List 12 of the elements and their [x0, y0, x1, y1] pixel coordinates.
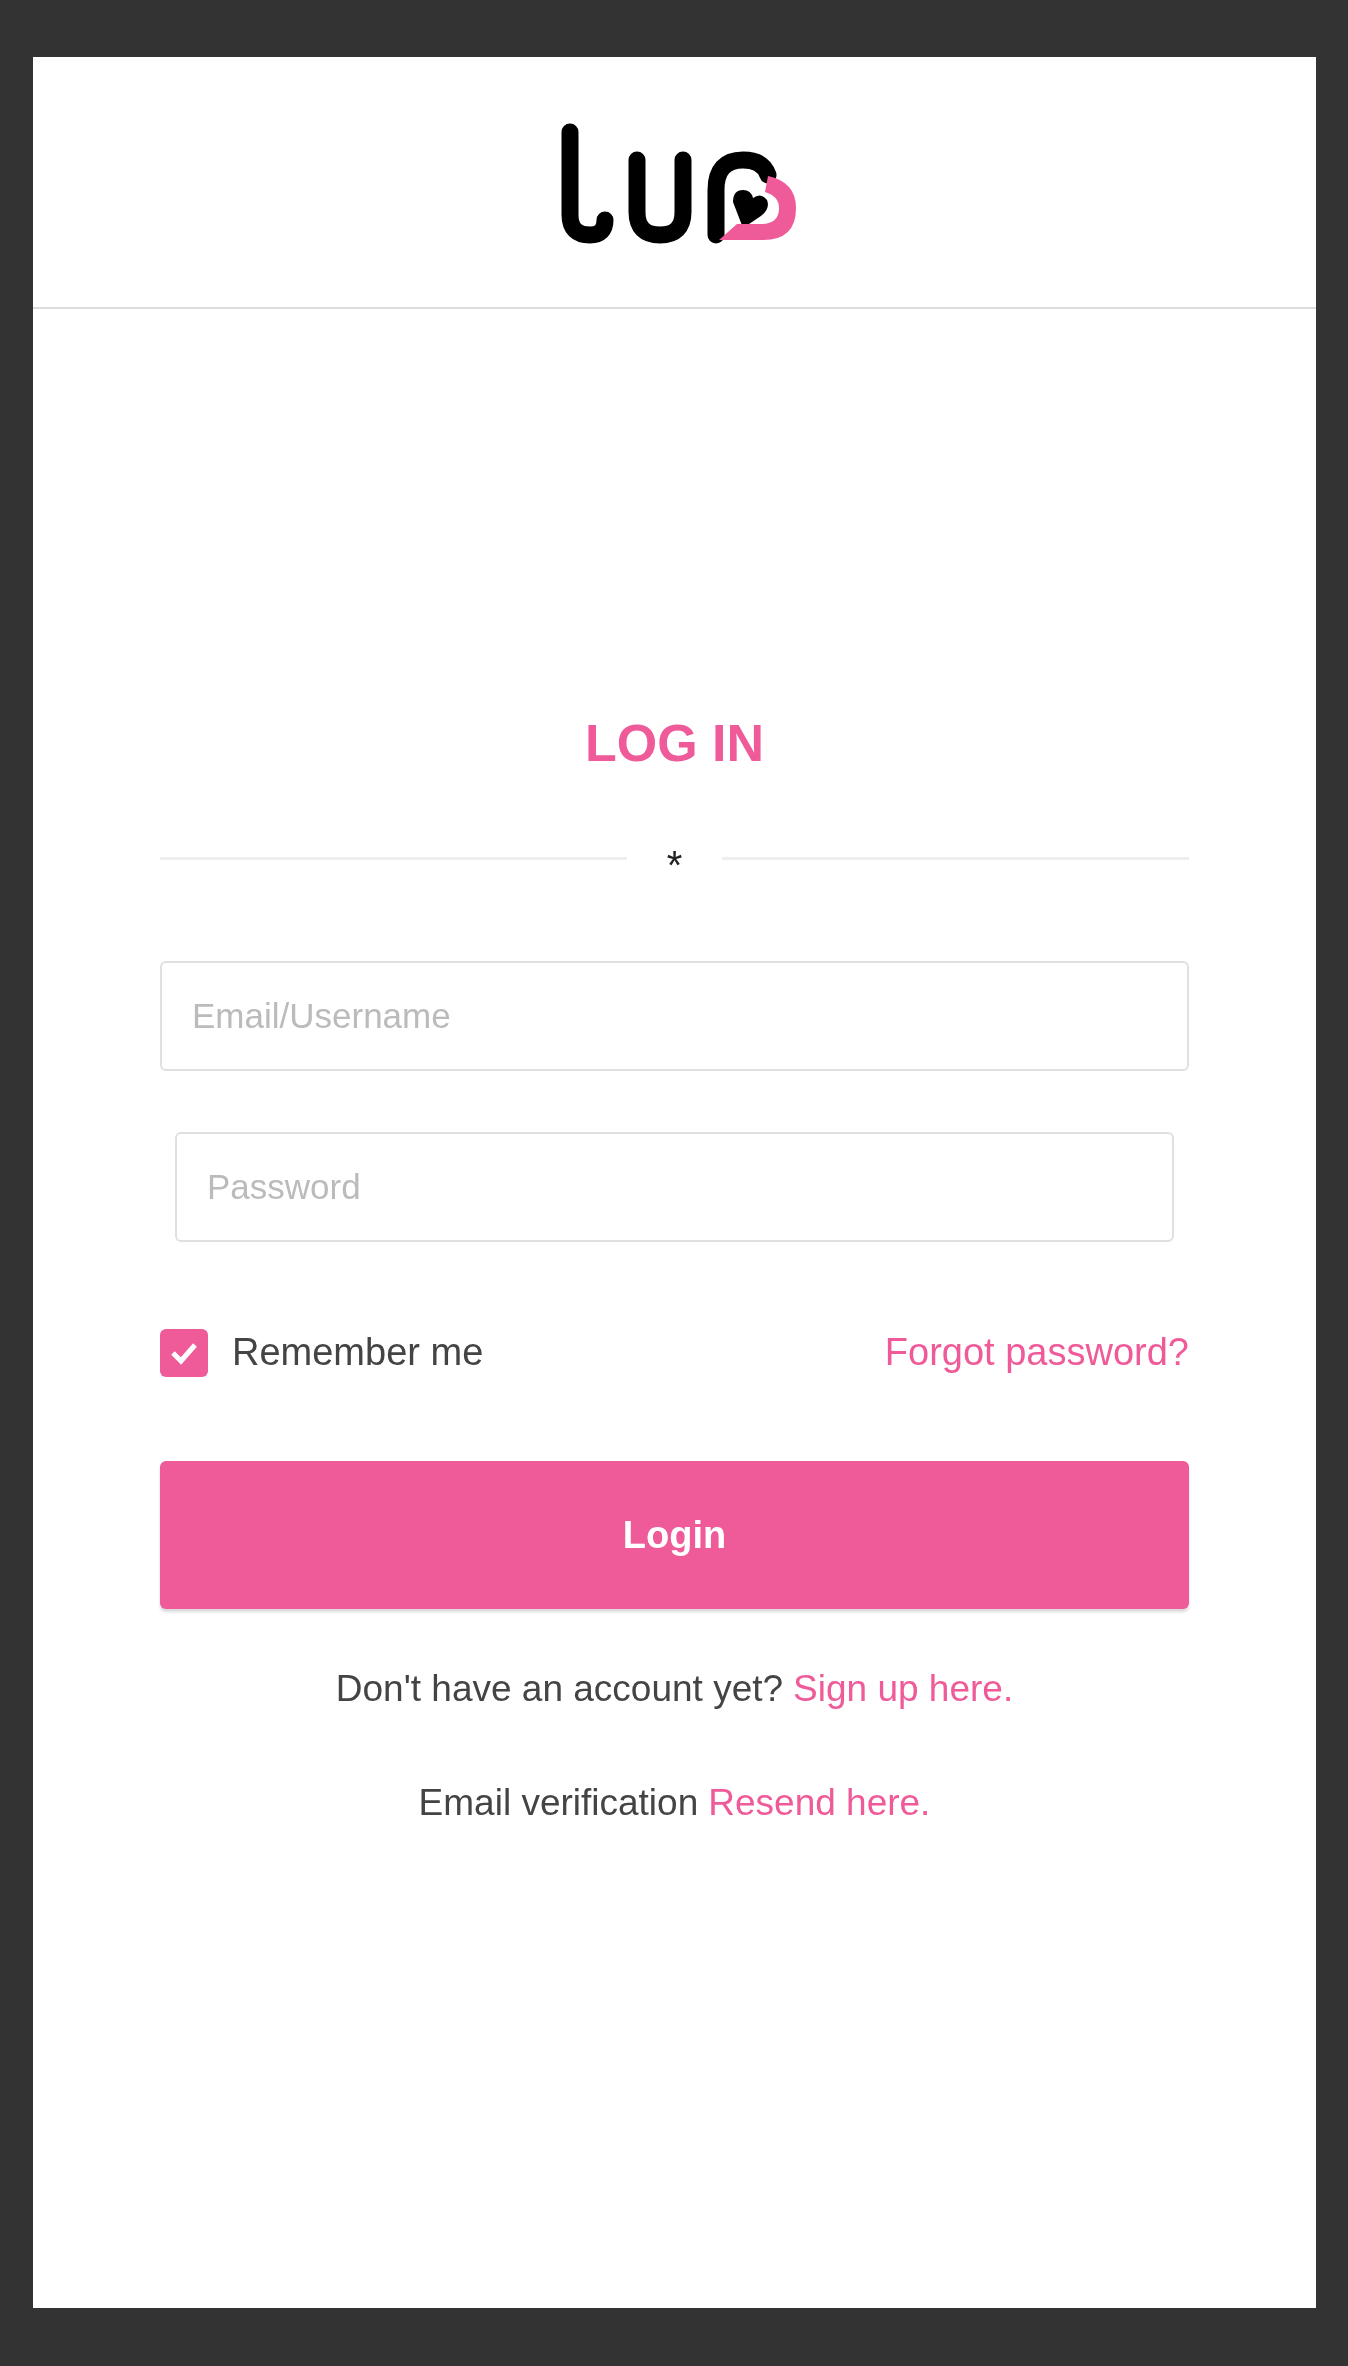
password-field[interactable]: Password	[175, 1132, 1174, 1242]
remember-label: Remember me	[232, 1330, 484, 1375]
remember-checkbox[interactable]	[160, 1328, 208, 1377]
divider-mark: *	[666, 842, 683, 885]
page-title: LOG IN	[584, 717, 765, 769]
resend-link[interactable]: Resend here.	[708, 1774, 931, 1830]
signup-link[interactable]: Sign up here.	[793, 1661, 1014, 1717]
footer-text: Don't have an account yet?	[335, 1667, 784, 1711]
forgot-password-link[interactable]: Forgot password?	[884, 1324, 1189, 1381]
footer-text: Email verification	[418, 1780, 699, 1825]
login-button[interactable]: Login	[160, 1461, 1189, 1609]
email-field[interactable]: Email/Username	[160, 961, 1189, 1071]
